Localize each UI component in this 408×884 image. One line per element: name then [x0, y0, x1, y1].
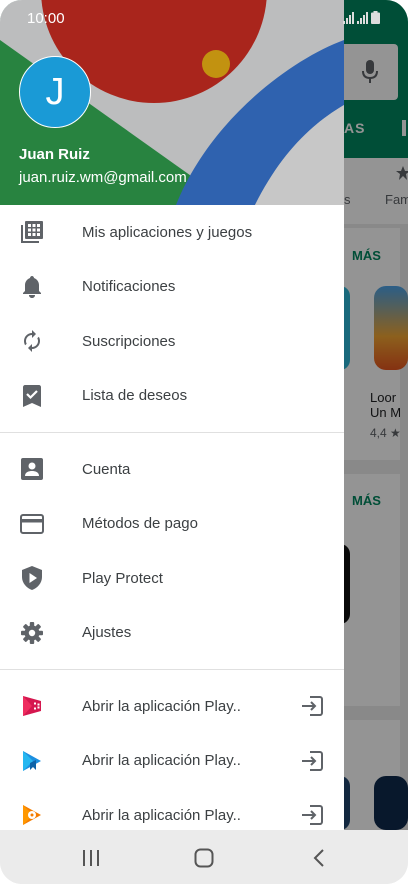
bookmark-check-icon: [20, 384, 44, 408]
menu-item-label: Play Protect: [82, 569, 163, 587]
navigation-drawer: J Juan Ruiz juan.ruiz.wm@gmail.com Mis a…: [0, 0, 344, 830]
menu-item-label: Notificaciones: [82, 278, 176, 296]
refresh-icon: [20, 329, 44, 353]
battery-icon: [371, 11, 380, 24]
play-movies-icon: [20, 694, 44, 718]
menu-item-wishlist[interactable]: Lista de deseos: [0, 369, 344, 424]
gear-icon: [20, 621, 44, 645]
phone-screen: AS s Fam MÁS Loor Un M 4,4 ★ MÁS J Juan …: [0, 0, 408, 884]
navigation-bar: [0, 830, 408, 884]
menu-item-label: Métodos de pago: [82, 515, 198, 533]
credit-card-icon: [20, 512, 44, 536]
avatar[interactable]: J: [19, 56, 91, 128]
menu-item-label: Abrir la aplicación Play..: [82, 806, 241, 824]
menu-item-label: Cuenta: [82, 460, 131, 478]
menu-item-label: Lista de deseos: [82, 387, 188, 405]
menu-item-subscriptions[interactable]: Suscripciones: [0, 314, 344, 369]
user-email[interactable]: juan.ruiz.wm@gmail.com: [19, 169, 187, 186]
shield-play-icon: [20, 566, 44, 591]
open-external-icon[interactable]: [300, 749, 324, 773]
user-name: Juan Ruiz: [19, 146, 90, 163]
open-external-icon[interactable]: [300, 694, 324, 718]
menu-item-notifications[interactable]: Notificaciones: [0, 260, 344, 315]
menu-divider: [0, 432, 344, 433]
menu-item-label: Ajustes: [82, 624, 132, 642]
bell-icon: [20, 275, 44, 299]
menu-item-label: Abrir la aplicación Play..: [82, 697, 241, 715]
menu-item-label: Suscripciones: [82, 332, 176, 350]
status-bar: 10:00: [0, 0, 408, 37]
play-books-icon: [20, 749, 44, 773]
menu-item-label: Mis aplicaciones y juegos: [82, 223, 253, 241]
menu-item-open-play-movies[interactable]: Abrir la aplicación Play..: [0, 679, 344, 734]
menu-item-play-protect[interactable]: Play Protect: [0, 551, 344, 606]
menu-item-account[interactable]: Cuenta: [0, 442, 344, 497]
open-external-icon[interactable]: [300, 803, 324, 827]
status-icons: [343, 11, 380, 24]
menu-item-label: Abrir la aplicación Play..: [82, 752, 241, 770]
drawer-menu: Mis aplicaciones y juegos Notificaciones…: [0, 205, 344, 830]
back-icon[interactable]: [306, 845, 332, 871]
menu-item-payment-methods[interactable]: Métodos de pago: [0, 497, 344, 552]
menu-item-settings[interactable]: Ajustes: [0, 606, 344, 661]
apps-grid-icon: [20, 220, 44, 244]
recents-icon[interactable]: [78, 845, 104, 871]
home-icon[interactable]: [191, 845, 217, 871]
menu-item-my-apps[interactable]: Mis aplicaciones y juegos: [0, 205, 344, 260]
account-box-icon: [20, 457, 44, 481]
menu-divider: [0, 669, 344, 670]
play-music-icon: [20, 803, 44, 827]
signal-icon: [343, 12, 354, 24]
signal-icon: [357, 12, 368, 24]
status-time: 10:00: [27, 10, 65, 27]
menu-item-open-play-books[interactable]: Abrir la aplicación Play..: [0, 734, 344, 789]
menu-item-open-play-music[interactable]: Abrir la aplicación Play..: [0, 788, 344, 830]
